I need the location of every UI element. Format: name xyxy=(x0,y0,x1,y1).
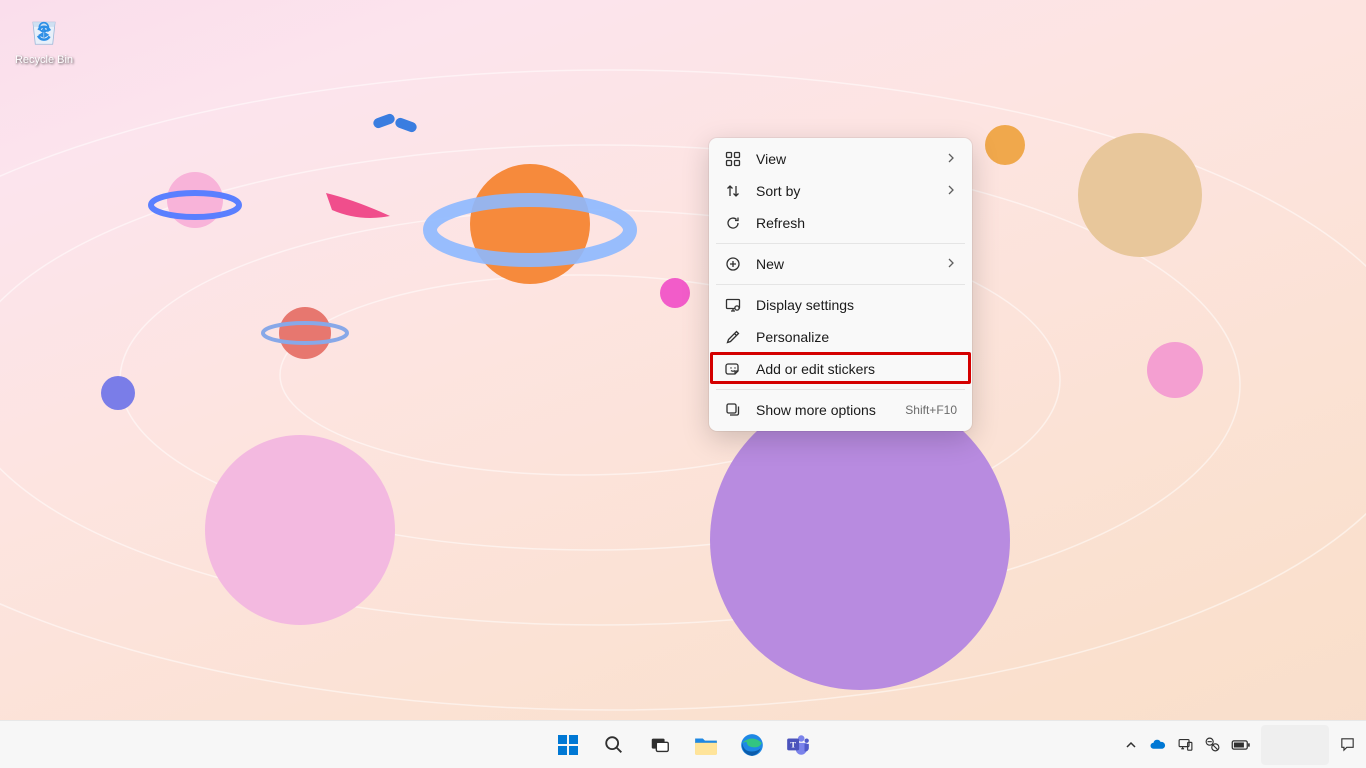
task-view-button[interactable] xyxy=(640,725,680,765)
menu-label: View xyxy=(756,151,945,167)
dnd-icon xyxy=(1204,736,1221,753)
show-more-icon xyxy=(724,401,742,419)
wallpaper-orbits xyxy=(0,0,1366,768)
menu-item-display-settings[interactable]: Display settings xyxy=(714,289,967,321)
tray-battery[interactable] xyxy=(1227,725,1255,765)
task-view-icon xyxy=(649,734,671,756)
menu-label: Add or edit stickers xyxy=(756,361,957,377)
svg-text:T: T xyxy=(790,739,796,749)
tray-overflow-button[interactable] xyxy=(1119,725,1143,765)
menu-item-stickers[interactable]: Add or edit stickers xyxy=(714,353,967,385)
file-explorer-button[interactable] xyxy=(686,725,726,765)
taskbar: T xyxy=(0,720,1366,768)
menu-item-refresh[interactable]: Refresh xyxy=(714,207,967,239)
menu-label: Show more options xyxy=(756,402,905,418)
menu-item-sort-by[interactable]: Sort by xyxy=(714,175,967,207)
tray-notifications[interactable] xyxy=(1335,725,1360,765)
view-icon xyxy=(724,150,742,168)
tray-nearby-sharing[interactable] xyxy=(1173,725,1198,765)
tray-onedrive[interactable] xyxy=(1145,725,1171,765)
desktop[interactable]: Recycle Bin View Sort by Refresh xyxy=(0,0,1366,768)
battery-icon xyxy=(1231,738,1251,752)
menu-label: Display settings xyxy=(756,297,957,313)
teams-button[interactable]: T xyxy=(778,725,818,765)
search-button[interactable] xyxy=(594,725,634,765)
new-icon xyxy=(724,255,742,273)
menu-label: Refresh xyxy=(756,215,957,231)
tray-do-not-disturb[interactable] xyxy=(1200,725,1225,765)
menu-separator xyxy=(716,284,965,285)
start-button[interactable] xyxy=(548,725,588,765)
teams-icon: T xyxy=(785,732,811,758)
menu-item-personalize[interactable]: Personalize xyxy=(714,321,967,353)
taskbar-center: T xyxy=(548,721,818,768)
nearby-icon xyxy=(1177,736,1194,753)
personalize-icon xyxy=(724,328,742,346)
desktop-icon-label: Recycle Bin xyxy=(10,54,78,66)
menu-separator xyxy=(716,243,965,244)
display-icon xyxy=(724,296,742,314)
taskbar-clock[interactable] xyxy=(1261,725,1329,765)
menu-label: Sort by xyxy=(756,183,945,199)
recycle-bin-icon xyxy=(22,8,66,52)
chevron-up-icon xyxy=(1125,739,1137,751)
sticker-icon xyxy=(724,360,742,378)
menu-separator xyxy=(716,389,965,390)
notification-icon xyxy=(1339,736,1356,753)
edge-button[interactable] xyxy=(732,725,772,765)
edge-icon xyxy=(739,732,765,758)
menu-item-show-more-options[interactable]: Show more options Shift+F10 xyxy=(714,394,967,426)
menu-item-view[interactable]: View xyxy=(714,143,967,175)
desktop-icon-recycle-bin[interactable]: Recycle Bin xyxy=(10,8,78,66)
windows-logo-icon xyxy=(556,733,580,757)
menu-label: New xyxy=(756,256,945,272)
menu-item-new[interactable]: New xyxy=(714,248,967,280)
desktop-context-menu: View Sort by Refresh New xyxy=(709,138,972,431)
search-icon xyxy=(603,734,625,756)
system-tray xyxy=(1119,721,1360,768)
folder-icon xyxy=(693,732,719,758)
menu-shortcut: Shift+F10 xyxy=(905,403,957,417)
refresh-icon xyxy=(724,214,742,232)
sort-icon xyxy=(724,182,742,200)
menu-label: Personalize xyxy=(756,329,957,345)
cloud-icon xyxy=(1149,736,1167,754)
chevron-right-icon xyxy=(945,151,957,167)
chevron-right-icon xyxy=(945,256,957,272)
chevron-right-icon xyxy=(945,183,957,199)
